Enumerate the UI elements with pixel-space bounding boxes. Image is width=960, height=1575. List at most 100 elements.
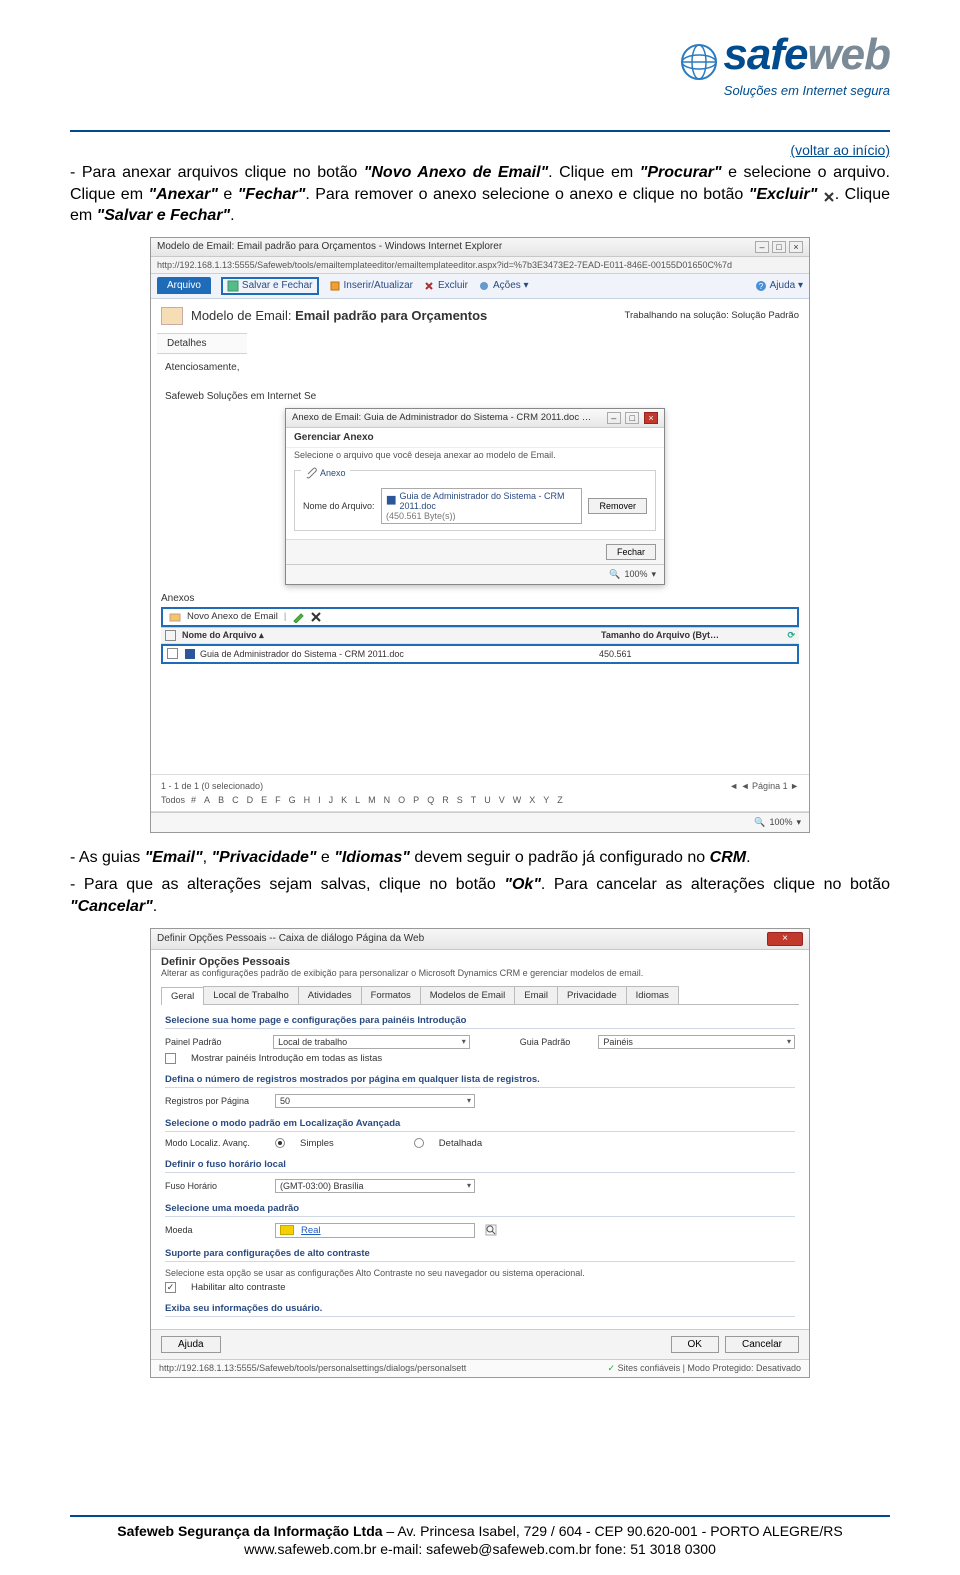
alpha-letter[interactable]: C [232,795,239,805]
alpha-letter[interactable]: V [499,795,505,805]
acoes-menu[interactable]: Ações ▾ [478,280,529,292]
ok-button[interactable]: OK [671,1336,719,1353]
alpha-letter[interactable]: T [471,795,477,805]
options-tab[interactable]: Modelos de Email [420,986,516,1004]
radio-detalhada[interactable] [414,1138,424,1148]
alpha-filter[interactable]: Todos #ABCDEFGHIJKLMNOPQRSTUVWXYZ [151,793,809,812]
alpha-letter[interactable]: L [355,795,360,805]
close-icon[interactable]: × [767,932,803,946]
lbl-radio-simples: Simples [300,1138,334,1149]
minimize-icon[interactable]: – [755,241,769,253]
zoom-icon: 🔍 [609,569,620,580]
dialog-maximize-icon[interactable]: □ [625,412,639,424]
options-tab[interactable]: Formatos [361,986,421,1004]
sel-fuso[interactable]: (GMT-03:00) Brasília [275,1179,475,1193]
alpha-letter[interactable]: H [304,795,311,805]
sel-painel-padrao[interactable]: Local de trabalho [273,1035,470,1049]
alpha-letter[interactable]: S [457,795,463,805]
moeda-field[interactable]: Real [275,1223,475,1238]
fechar-button[interactable]: Fechar [606,544,656,560]
options-tab[interactable]: Geral [161,987,204,1005]
alpha-letter[interactable]: Q [427,795,434,805]
alpha-letter[interactable]: R [442,795,449,805]
dialog-close-icon[interactable]: × [644,412,658,424]
delete-x-icon[interactable] [310,611,322,623]
sel-guia-padrao[interactable]: Painéis [598,1035,795,1049]
tab-detalhes[interactable]: Detalhes [157,333,247,354]
select-all-checkbox[interactable] [165,630,176,641]
options-tab[interactable]: Email [514,986,558,1004]
alpha-letter[interactable]: P [413,795,419,805]
chk-alto-contraste[interactable] [165,1282,176,1293]
ajuda-button[interactable]: Ajuda [161,1336,221,1353]
actions-icon [478,280,490,292]
alpha-letter[interactable]: A [204,795,210,805]
lbl-moeda: Moeda [165,1225,265,1235]
alpha-letter[interactable]: K [341,795,347,805]
alpha-letter[interactable]: # [191,795,196,805]
alpha-letter[interactable]: W [513,795,522,805]
col-tamanho[interactable]: Tamanho do Arquivo (Byt… [601,630,781,640]
page-zoom[interactable]: 🔍 100%▾ [754,817,801,828]
maximize-icon[interactable]: □ [772,241,786,253]
attachment-dialog: Anexo de Email: Guia de Administrador do… [285,408,665,585]
remover-button[interactable]: Remover [588,498,647,514]
options-tab[interactable]: Privacidade [557,986,627,1004]
insert-update-button[interactable]: Inserir/Atualizar [329,280,413,292]
cancelar-button[interactable]: Cancelar [725,1336,799,1353]
sec5-heading: Selecione uma moeda padrão [165,1203,795,1217]
options-tab[interactable]: Idiomas [626,986,679,1004]
refresh-icon[interactable]: ⟳ [781,630,795,641]
lbl-chk-paineis-intro: Mostrar painéis Introdução em todas as l… [191,1053,382,1064]
alpha-letter[interactable]: B [218,795,224,805]
alpha-letter[interactable]: I [318,795,321,805]
options-tab[interactable]: Atividades [298,986,362,1004]
alpha-letter[interactable]: U [484,795,491,805]
excluir-button[interactable]: Excluir [423,280,468,292]
alpha-letter[interactable]: F [275,795,281,805]
dialog-zoom[interactable]: 🔍 100%▾ [609,569,656,580]
novo-anexo-button[interactable]: Novo Anexo de Email [187,611,278,622]
col-nome[interactable]: Nome do Arquivo ▴ [182,630,601,641]
options-tab[interactable]: Local de Trabalho [203,986,299,1004]
window-controls[interactable]: – □ × [755,241,803,253]
status-zone: ✓ Sites confiáveis | Modo Protegido: Des… [608,1363,802,1374]
address-bar[interactable]: http://192.168.1.13:5555/Safeweb/tools/e… [151,257,809,274]
table-row[interactable]: Guia de Administrador do Sistema - CRM 2… [161,644,799,664]
radio-simples[interactable] [275,1138,285,1148]
page-footer: Safeweb Segurança da Informação Ltda – A… [70,1515,890,1557]
options-heading: Definir Opções Pessoais [161,956,799,968]
word-doc-icon [184,648,196,660]
sec2-heading: Defina o número de registros mostrados p… [165,1074,795,1088]
options-tabs[interactable]: GeralLocal de TrabalhoAtividadesFormatos… [161,986,799,1005]
lbl-chk-alto-contraste: Habilitar alto contraste [191,1282,286,1293]
email-template-icon [161,307,183,325]
save-icon [227,280,239,292]
alpha-letter[interactable]: Z [557,795,563,805]
help-menu[interactable]: ? Ajuda ▾ [755,280,803,292]
row-checkbox[interactable] [167,648,178,659]
back-to-top-link[interactable]: (voltar ao início) [70,142,890,158]
alpha-letter[interactable]: N [384,795,391,805]
lookup-icon[interactable] [485,1224,497,1236]
alpha-letter[interactable]: J [329,795,334,805]
file-name-field[interactable]: Guia de Administrador do Sistema - CRM 2… [381,488,582,524]
alpha-letter[interactable]: G [289,795,296,805]
paragraph-1: - Para anexar arquivos clique no botão "… [70,162,890,227]
close-icon[interactable]: × [789,241,803,253]
record-count: 1 - 1 de 1 (0 selecionado) [161,781,263,791]
alpha-letter[interactable]: O [398,795,405,805]
sel-registros[interactable]: 50 [275,1094,475,1108]
alpha-letter[interactable]: Y [543,795,549,805]
dialog-minimize-icon[interactable]: – [607,412,621,424]
lbl-registros: Registros por Página [165,1096,265,1106]
alpha-letter[interactable]: X [529,795,535,805]
alpha-letter[interactable]: E [261,795,267,805]
edit-icon[interactable] [292,611,304,623]
alpha-letter[interactable]: M [368,795,376,805]
chk-paineis-intro[interactable] [165,1053,176,1064]
save-close-button[interactable]: Salvar e Fechar [221,277,319,295]
pagination[interactable]: ◄ ◄ Página 1 ► [729,781,799,791]
alpha-letter[interactable]: D [247,795,254,805]
tab-arquivo[interactable]: Arquivo [157,277,211,294]
